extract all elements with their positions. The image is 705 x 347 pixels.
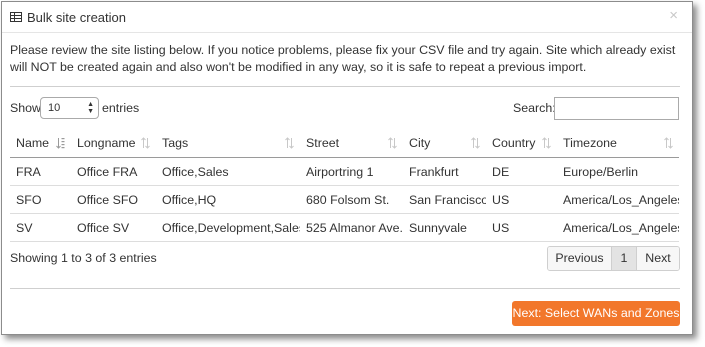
screenshot-canvas: Bulk site creation × Please review the s… — [0, 0, 705, 347]
cell-timezone: Europe/Berlin — [557, 157, 679, 186]
column-header-label: City — [409, 136, 431, 150]
sort-both-icon — [471, 137, 480, 149]
column-header-label: Country — [492, 136, 536, 150]
cell-longname: Office SFO — [71, 185, 156, 214]
sort-both-icon — [664, 137, 673, 149]
cell-tags: Office,Sales — [156, 157, 300, 186]
cell-longname: Office SV — [71, 213, 156, 242]
column-header-street[interactable]: Street — [300, 129, 403, 158]
next-select-wans-zones-button[interactable]: Next: Select WANs and Zones — [512, 301, 680, 326]
table-row: SV Office SV Office,Development,Sales 52… — [10, 213, 679, 242]
dialog-header: Bulk site creation × — [2, 2, 692, 33]
sort-both-icon — [141, 137, 150, 149]
cell-tags: Office,HQ — [156, 185, 300, 214]
cell-street: 525 Almanor Ave. — [300, 213, 403, 242]
sort-both-icon — [388, 137, 397, 149]
cell-country: US — [486, 185, 557, 214]
cell-longname: Office FRA — [71, 157, 156, 186]
sort-ascending-icon — [56, 138, 65, 149]
cell-name: SV — [10, 213, 71, 242]
cell-timezone: America/Los_Angeles — [557, 185, 679, 214]
show-label: Show — [10, 101, 41, 115]
table-header-row: Name Longname Tags Street City Country T… — [10, 129, 679, 158]
table-info-text: Showing 1 to 3 of 3 entries — [10, 251, 157, 265]
search-label: Search: — [513, 101, 556, 115]
column-header-tags[interactable]: Tags — [156, 129, 300, 158]
intro-text: Please review the site listing below. If… — [10, 43, 676, 74]
column-header-label: Longname — [77, 136, 136, 150]
column-header-country[interactable]: Country — [486, 129, 557, 158]
previous-page-button[interactable]: Previous — [548, 247, 611, 270]
entries-length-select[interactable]: 10 ▲ ▼ — [40, 97, 99, 119]
sites-table: Name Longname Tags Street City Country T… — [10, 129, 679, 242]
column-header-label: Timezone — [563, 136, 617, 150]
search-input[interactable] — [554, 97, 679, 120]
cell-timezone: America/Los_Angeles — [557, 213, 679, 242]
column-header-label: Name — [16, 136, 50, 150]
sort-both-icon — [542, 137, 551, 149]
cell-city: San Francisco — [403, 185, 486, 214]
column-header-label: Street — [306, 136, 340, 150]
cell-country: DE — [486, 157, 557, 186]
column-header-timezone[interactable]: Timezone — [557, 129, 679, 158]
close-icon[interactable]: × — [669, 8, 678, 24]
cell-city: Frankfurt — [403, 157, 486, 186]
cell-name: FRA — [10, 157, 71, 186]
dialog-title: Bulk site creation — [27, 10, 126, 25]
bulk-site-creation-dialog: Bulk site creation × Please review the s… — [1, 1, 693, 335]
page-1-button[interactable]: 1 — [611, 247, 637, 270]
column-header-city[interactable]: City — [403, 129, 486, 158]
cell-tags: Office,Development,Sales — [156, 213, 300, 242]
cell-country: US — [486, 213, 557, 242]
column-header-name[interactable]: Name — [10, 129, 71, 158]
cell-street: 680 Folsom St. — [300, 185, 403, 214]
select-arrows-icon: ▲ ▼ — [87, 101, 94, 115]
cell-street: Airportring 1 — [300, 157, 403, 186]
table-row: FRA Office FRA Office,Sales Airportring … — [10, 157, 679, 186]
top-divider — [10, 86, 680, 87]
cell-name: SFO — [10, 185, 71, 214]
table-icon — [10, 12, 22, 22]
next-page-button[interactable]: Next — [637, 247, 679, 270]
pagination: Previous 1 Next — [547, 246, 680, 271]
cell-city: Sunnyvale — [403, 213, 486, 242]
entries-length-value: 10 — [48, 102, 61, 114]
table-row: SFO Office SFO Office,HQ 680 Folsom St. … — [10, 185, 679, 214]
column-header-longname[interactable]: Longname — [71, 129, 156, 158]
sort-both-icon — [285, 137, 294, 149]
column-header-label: Tags — [162, 136, 189, 150]
bottom-divider — [10, 288, 680, 289]
entries-label: entries — [102, 101, 140, 115]
